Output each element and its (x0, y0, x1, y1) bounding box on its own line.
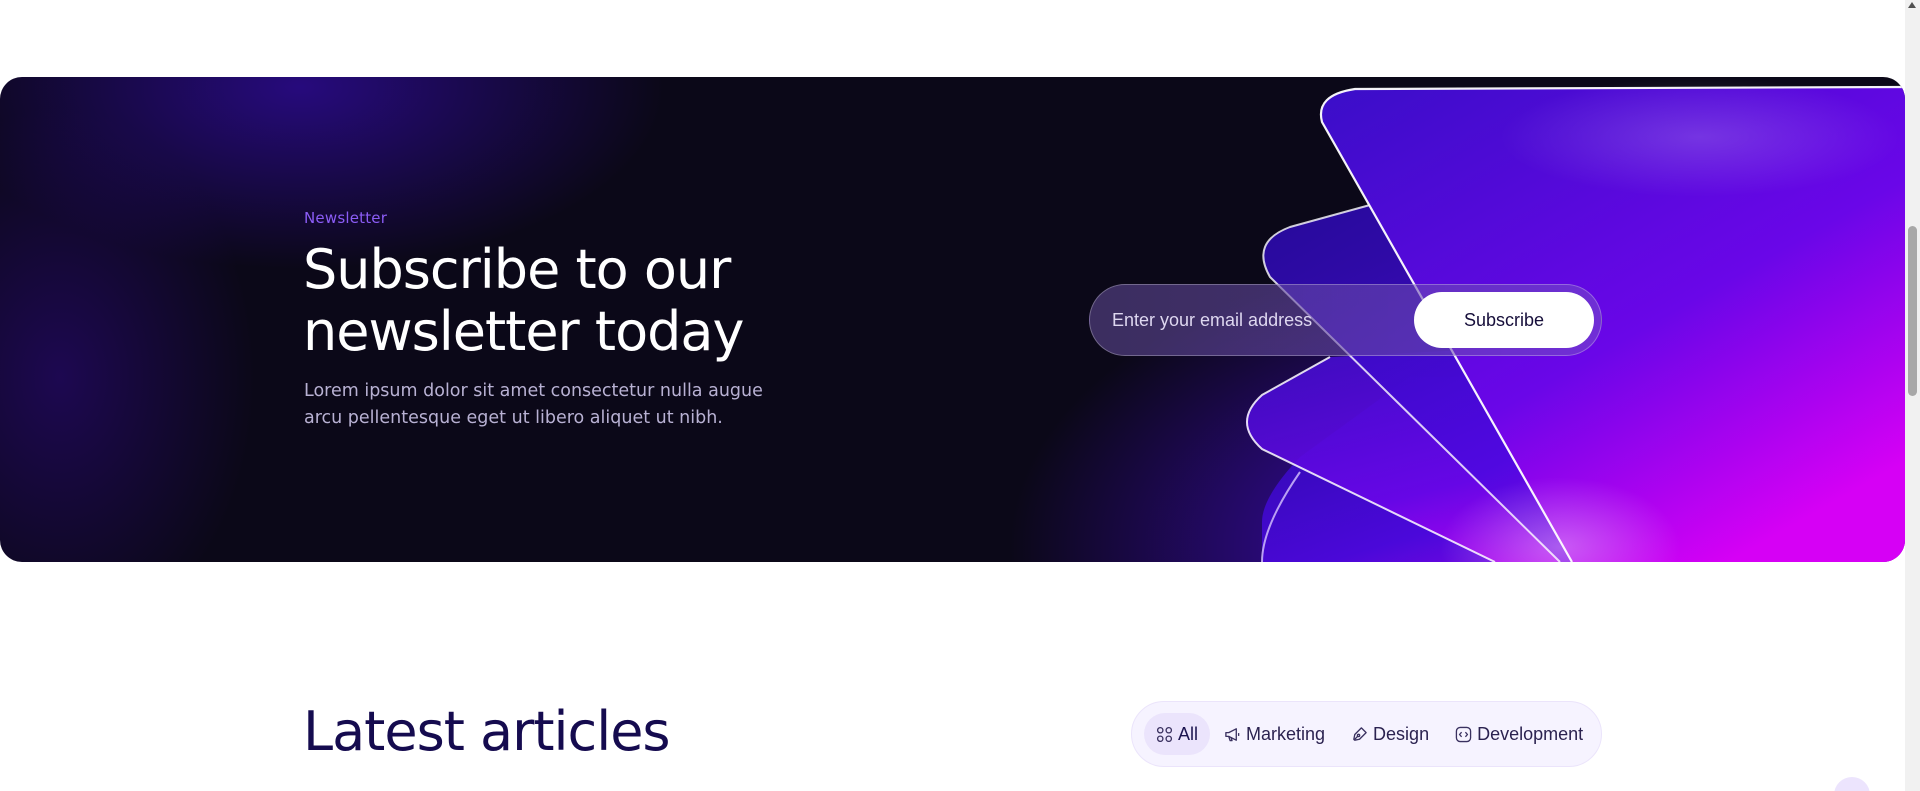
email-input[interactable] (1112, 303, 1412, 337)
latest-articles-title: Latest articles (303, 700, 671, 763)
newsletter-title: Subscribe to our newsletter today (303, 239, 823, 363)
page: Newsletter Subscribe to our newsletter t… (0, 0, 1920, 791)
decorative-card-shapes (1246, 77, 1905, 562)
newsletter-description-line-1: Lorem ipsum dolor sit amet consectetur n… (304, 381, 763, 401)
code-icon (1455, 726, 1472, 742)
newsletter-description-line-2: arcu pellentesque eget ut libero aliquet… (304, 408, 723, 428)
filter-marketing[interactable]: Marketing (1212, 713, 1337, 755)
pen-tool-icon (1353, 726, 1367, 741)
floating-action-button[interactable] (1834, 777, 1870, 791)
scroll-up-arrow-icon[interactable] (1908, 2, 1916, 8)
scrollbar-thumb[interactable] (1908, 226, 1917, 396)
subscribe-button[interactable]: Subscribe (1414, 292, 1594, 348)
filter-design[interactable]: Design (1339, 713, 1441, 755)
page-scrollbar[interactable] (1905, 0, 1920, 791)
newsletter-description: Lorem ipsum dolor sit amet consectetur n… (304, 378, 764, 432)
newsletter-title-line-1: Subscribe to our (303, 238, 731, 301)
filter-all-label: All (1178, 723, 1199, 744)
megaphone-icon (1225, 727, 1240, 741)
filter-all[interactable]: All (1144, 713, 1211, 755)
newsletter-title-line-2: newsletter today (303, 300, 744, 363)
filter-development[interactable]: Development (1443, 713, 1595, 755)
filter-development-label: Development (1477, 723, 1584, 744)
category-filter-bar: All Marketing Design Development (1131, 701, 1602, 767)
filter-marketing-label: Marketing (1246, 723, 1326, 744)
grid-icon (1156, 726, 1173, 742)
newsletter-banner: Newsletter Subscribe to our newsletter t… (0, 77, 1905, 562)
newsletter-eyebrow: Newsletter (304, 209, 388, 227)
newsletter-form: Subscribe (1089, 284, 1602, 356)
filter-design-label: Design (1373, 723, 1430, 744)
